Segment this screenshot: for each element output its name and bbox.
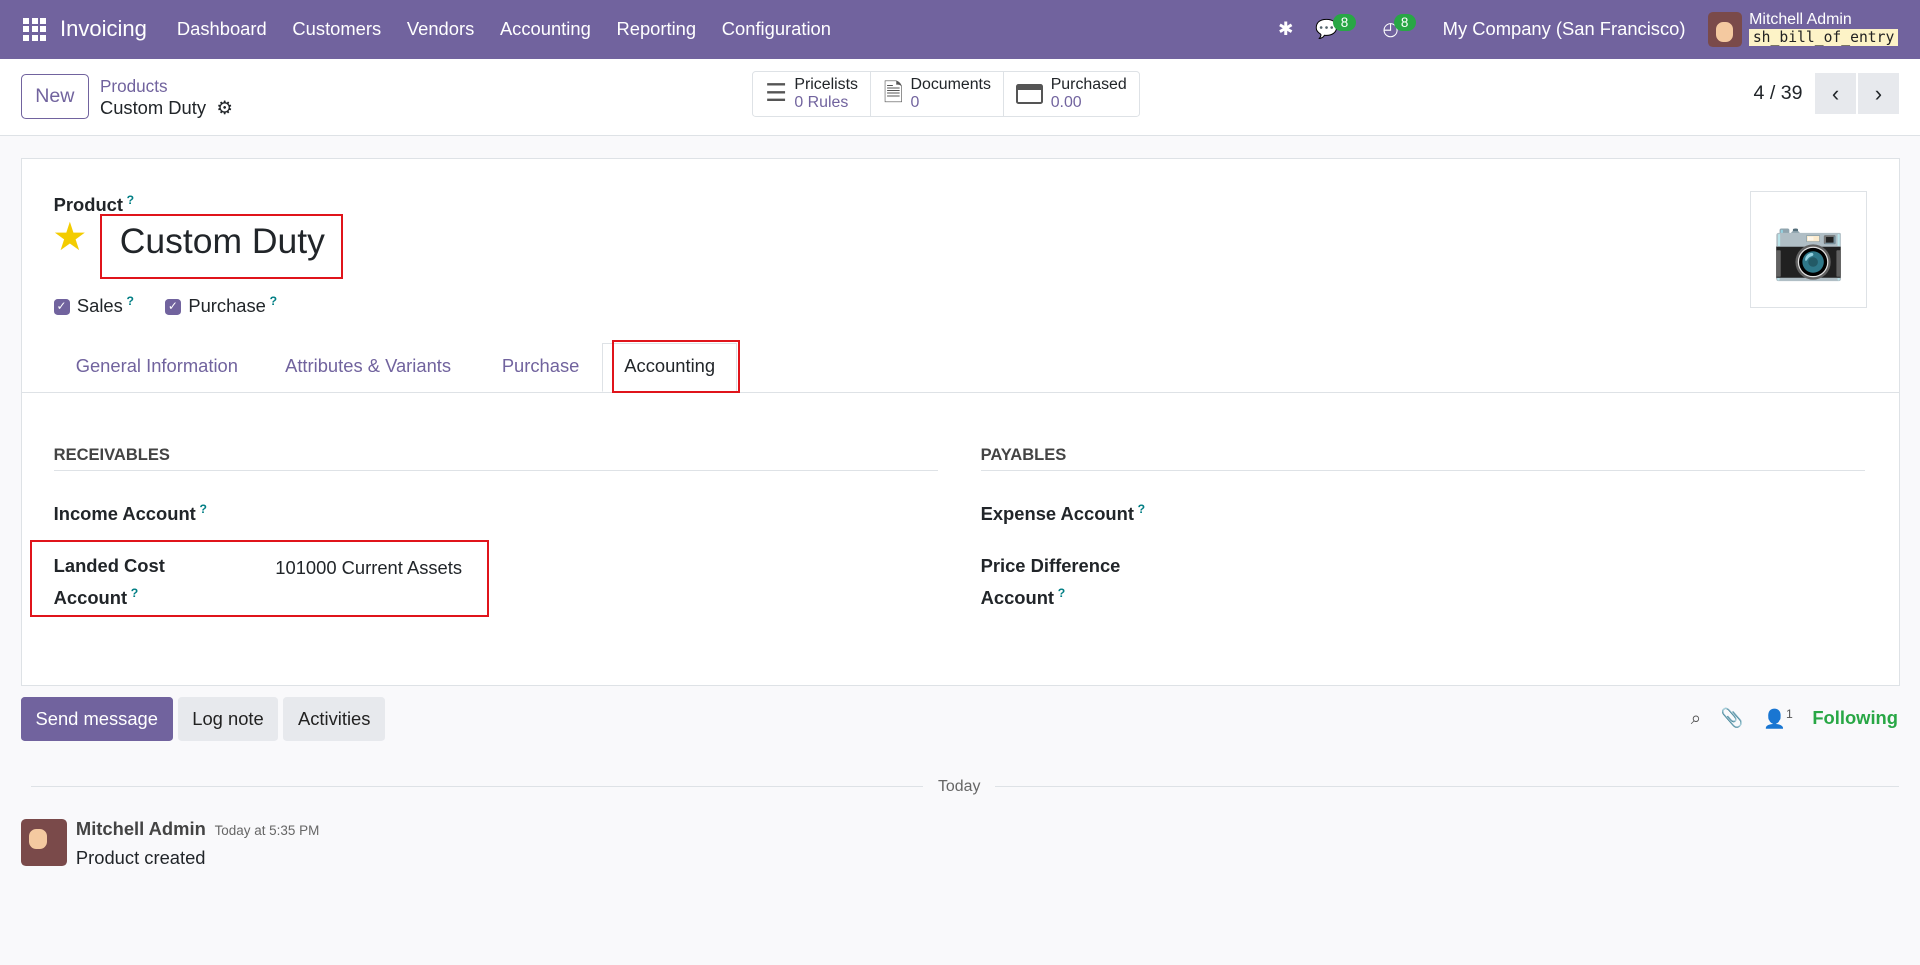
log-note-button[interactable]: Log note [177, 696, 279, 741]
chatter-topbar: ⌕ 📎 👤1 Following [1691, 707, 1898, 730]
form-sheet: Product? ★ ✓Sales? ✓Purchase? 📷 General … [20, 157, 1900, 687]
credit-card-icon [1016, 84, 1044, 104]
apps-menu-icon[interactable] [23, 17, 47, 41]
receivables-title: RECEIVABLES [53, 445, 938, 472]
stat-value: 0 [910, 94, 920, 112]
previous-button[interactable]: ‹ [1814, 73, 1857, 114]
breadcrumb: Products Custom Duty ⚙ [100, 75, 233, 119]
product-image-placeholder[interactable]: 📷 [1750, 190, 1868, 308]
pager-value[interactable]: 4 / 39 [1754, 82, 1803, 105]
menu-configuration[interactable]: Configuration [709, 18, 844, 40]
messages-button[interactable]: 💬 8 [1315, 13, 1360, 40]
camera-plus-icon: 📷 [1772, 216, 1846, 282]
gear-icon[interactable]: ⚙ [216, 97, 232, 118]
date-separator: Today [923, 777, 996, 796]
check-icon: ✓ [53, 298, 70, 315]
stat-value: 0.00 [1050, 94, 1082, 112]
stat-value: 0 Rules [794, 94, 849, 112]
stat-label: Documents [910, 75, 991, 93]
activities-button[interactable]: Activities [283, 696, 386, 741]
messages-badge: 8 [1333, 13, 1356, 32]
menu-customers[interactable]: Customers [280, 18, 394, 40]
product-name-input[interactable] [117, 220, 337, 264]
product-label: Product? [53, 193, 135, 216]
followers-button[interactable]: 👤1 [1763, 707, 1793, 730]
next-button[interactable]: › [1857, 73, 1900, 114]
message-author[interactable]: Mitchell Admin [76, 818, 206, 839]
check-icon: ✓ [165, 298, 181, 315]
menu-vendors[interactable]: Vendors [394, 18, 487, 40]
menu-dashboard[interactable]: Dashboard [164, 18, 280, 40]
payables-title: PAYABLES [980, 445, 1865, 472]
new-button[interactable]: New [20, 74, 89, 119]
smart-buttons: ☰ Pricelists 0 Rules 🗎 Documents 0 Purchased… [751, 71, 1140, 118]
user-avatar [1707, 12, 1742, 47]
document-icon: 🗎 [883, 79, 904, 107]
user-name: Mitchell Admin [1749, 11, 1852, 28]
message: Mitchell Admin Today at 5:35 PM Product … [76, 818, 319, 869]
control-panel: New Products Custom Duty ⚙ ☰ Pricelists 0 … [0, 58, 1920, 136]
price-difference-account-label: Price Difference Account? [980, 555, 1121, 609]
pager: 4 / 39 ‹ › [1754, 73, 1900, 114]
landed-cost-highlight [30, 539, 489, 618]
favorite-star-icon[interactable]: ★ [52, 215, 87, 260]
breadcrumb-current: Custom Duty [99, 96, 207, 118]
tab-attributes-variants[interactable]: Attributes & Variants [285, 355, 451, 377]
top-navbar: Invoicing Dashboard Customers Vendors Ac… [0, 0, 1920, 59]
following-button[interactable]: Following [1812, 707, 1898, 729]
breadcrumb-products[interactable]: Products [100, 75, 233, 97]
debug-bug-icon[interactable]: ✱ [1278, 18, 1293, 40]
income-account-label: Income Account? [53, 501, 207, 524]
search-icon[interactable]: ⌕ [1691, 707, 1701, 729]
send-message-button[interactable]: Send message [20, 696, 173, 741]
database-name: sh_bill_of_entry [1749, 29, 1898, 47]
expense-account-label: Expense Account? [980, 501, 1146, 524]
list-icon: ☰ [765, 79, 787, 107]
paperclip-icon[interactable]: 📎 [1721, 707, 1744, 729]
pricelists-button[interactable]: ☰ Pricelists 0 Rules [753, 72, 872, 117]
stat-label: Pricelists [794, 75, 858, 93]
notebook-tabs: General Information Attributes & Variant… [21, 340, 1899, 394]
chatter-buttons: Send message Log note Activities [20, 696, 386, 741]
message-body: Product created [75, 847, 206, 869]
sales-checkbox[interactable]: ✓ Sales? [53, 294, 134, 317]
company-switcher[interactable]: My Company (San Francisco) [1443, 18, 1686, 40]
tab-highlight [612, 340, 740, 394]
message-author-avatar [20, 819, 68, 866]
activities-button[interactable]: ◴ 8 [1382, 13, 1420, 40]
menu-accounting[interactable]: Accounting [487, 18, 604, 40]
documents-button[interactable]: 🗎 Documents 0 [871, 72, 1005, 117]
user-icon: 👤 [1763, 707, 1786, 729]
tab-purchase[interactable]: Purchase [502, 355, 580, 377]
activities-badge: 8 [1393, 13, 1416, 32]
menu-reporting[interactable]: Reporting [604, 18, 709, 40]
help-icon[interactable]: ? [127, 193, 134, 207]
user-menu[interactable]: Mitchell Admin sh_bill_of_entry [1707, 11, 1898, 48]
app-name[interactable]: Invoicing [60, 16, 147, 42]
stat-label: Purchased [1050, 75, 1127, 93]
purchase-checkbox[interactable]: ✓ Purchase? [165, 294, 277, 317]
tab-general-information[interactable]: General Information [76, 355, 238, 377]
message-time: Today at 5:35 PM [214, 822, 320, 838]
purchased-button[interactable]: Purchased 0.00 [1004, 72, 1139, 116]
